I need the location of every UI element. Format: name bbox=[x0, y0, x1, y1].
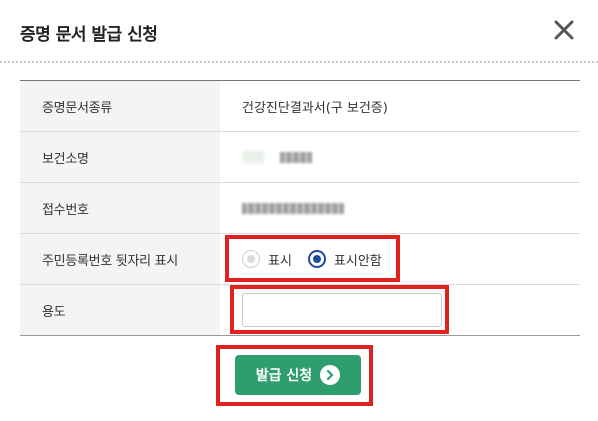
health-center-value bbox=[220, 132, 580, 182]
close-button[interactable] bbox=[551, 17, 577, 43]
row-ssn-display: 주민등록번호 뒷자리 표시 표시 표시안함 bbox=[20, 234, 580, 285]
row-receipt-number: 접수번호 bbox=[20, 183, 580, 234]
radio-show-circle[interactable] bbox=[242, 250, 260, 268]
radio-show-label: 표시 bbox=[268, 253, 292, 269]
redacted-receipt-number bbox=[242, 202, 344, 214]
usage-label: 용도 bbox=[20, 285, 220, 335]
row-usage: 용도 bbox=[20, 285, 580, 336]
submit-issuance-button[interactable]: 발급 신청 bbox=[235, 355, 361, 395]
radio-hide-circle[interactable] bbox=[307, 250, 326, 268]
receipt-number-value bbox=[220, 183, 580, 233]
arrow-right-circle-icon bbox=[320, 365, 341, 385]
document-type-value: 건강진단결과서(구 보건증) bbox=[242, 100, 388, 116]
header-divider bbox=[0, 61, 598, 63]
dialog-title: 증명 문서 발급 신청 bbox=[20, 25, 158, 45]
radio-hide[interactable]: 표시안함 bbox=[307, 250, 382, 269]
health-center-label: 보건소명 bbox=[20, 132, 220, 182]
usage-input[interactable] bbox=[242, 293, 442, 327]
receipt-number-label: 접수번호 bbox=[20, 183, 220, 233]
row-document-type: 증명문서종류 건강진단결과서(구 보건증) bbox=[20, 81, 580, 132]
ssn-display-label: 주민등록번호 뒷자리 표시 bbox=[20, 234, 220, 284]
row-health-center: 보건소명 bbox=[20, 132, 580, 183]
close-icon bbox=[554, 20, 574, 40]
redacted-mark bbox=[242, 151, 264, 163]
issuance-form-table: 증명문서종류 건강진단결과서(구 보건증) 보건소명 접수번호 주민등록번호 뒷… bbox=[20, 80, 580, 336]
ssn-display-value: 표시 표시안함 bbox=[220, 234, 580, 284]
radio-show[interactable]: 표시 bbox=[242, 250, 292, 269]
ssn-display-radio-group: 표시 표시안함 bbox=[242, 250, 398, 269]
radio-hide-label: 표시안함 bbox=[333, 253, 382, 269]
dialog-header: 증명 문서 발급 신청 bbox=[0, 0, 598, 62]
usage-value bbox=[220, 285, 580, 335]
submit-button-label: 발급 신청 bbox=[255, 368, 313, 384]
redacted-health-center bbox=[280, 151, 312, 163]
document-type-label: 증명문서종류 bbox=[20, 81, 220, 131]
